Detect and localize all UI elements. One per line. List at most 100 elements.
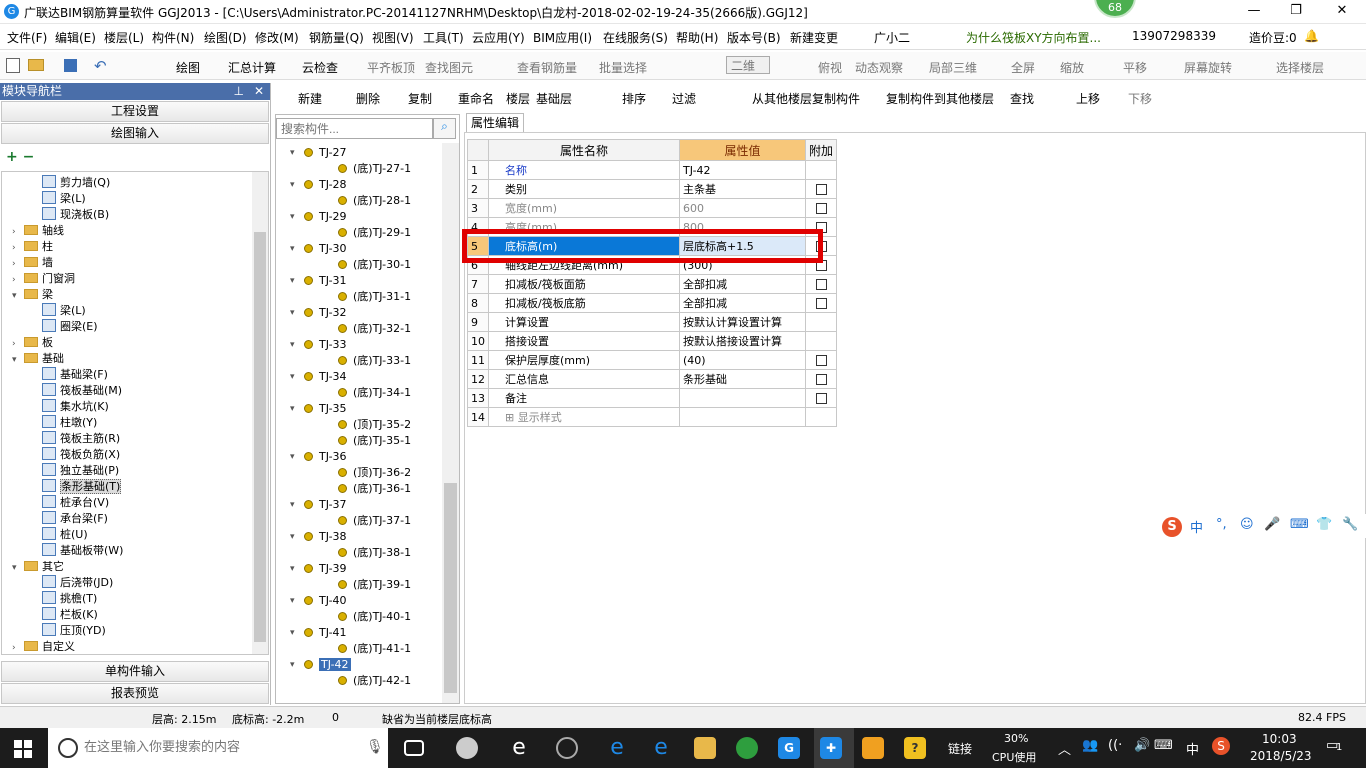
ie2-icon[interactable]: e [650, 737, 672, 759]
tree-item[interactable]: 柱墩(Y) [42, 415, 97, 431]
tree-item[interactable]: › 门窗洞 [12, 271, 75, 287]
app-swirl-icon[interactable] [556, 737, 578, 759]
property-row[interactable]: 14 ⊞ 显示样式 [467, 407, 837, 427]
microphone-icon[interactable]: 🎙 [366, 739, 384, 755]
component-item[interactable]: ▾ TJ-39 [290, 561, 347, 577]
collapse-icon[interactable]: ▾ [290, 625, 295, 641]
tree-item[interactable]: 独立基础(P) [42, 463, 119, 479]
menu-online[interactable]: 在线服务(S) [603, 29, 668, 46]
menu-tools[interactable]: 工具(T) [423, 29, 464, 46]
collapse-icon[interactable]: ▾ [290, 593, 295, 609]
expand-icon[interactable]: › [12, 640, 22, 654]
project-settings-button[interactable]: 工程设置 [1, 101, 269, 122]
pin-icon[interactable]: ⊥ [234, 83, 244, 100]
cortana-icon[interactable] [58, 738, 78, 758]
component-item[interactable]: (底)TJ-33-1 [338, 353, 411, 369]
property-row[interactable]: 11 保护层厚度(mm) (40) [467, 350, 837, 370]
extra-checkbox[interactable] [815, 183, 827, 195]
property-value[interactable]: (40) [679, 350, 806, 370]
volume-icon[interactable]: 🔊 [1134, 738, 1150, 753]
toolbar-2[interactable]: 云检查 [302, 59, 338, 76]
taskbar-search-input[interactable]: 在这里输入你要搜索的内容 [48, 728, 388, 768]
component-item[interactable]: (底)TJ-29-1 [338, 225, 411, 241]
property-row[interactable]: 10 搭接设置 按默认搭接设置计算 [467, 331, 837, 351]
property-row[interactable]: 8 扣减板/筏板底筋 全部扣减 [467, 293, 837, 313]
search-icon[interactable]: ⌕ [433, 118, 456, 139]
ie-icon[interactable]: e [508, 737, 530, 759]
collapse-icon[interactable]: ▾ [290, 561, 295, 577]
component-item[interactable]: (底)TJ-31-1 [338, 289, 411, 305]
tree-item[interactable]: 筏板负筋(X) [42, 447, 120, 463]
toolbar-0[interactable]: 绘图 [176, 59, 200, 76]
tree-item[interactable]: 条形基础(T) [42, 479, 122, 495]
tree-item[interactable]: 承台梁(F) [42, 511, 108, 527]
toolbar-5[interactable]: 查看钢筋量 [517, 59, 577, 76]
component-item[interactable]: (底)TJ-37-1 [338, 513, 411, 529]
open-folder-icon[interactable] [28, 59, 44, 71]
toolbar-11[interactable]: 全屏 [1011, 59, 1035, 76]
minimize-icon[interactable]: — [1244, 3, 1264, 18]
component-search-input[interactable] [276, 118, 433, 139]
ime-indicator[interactable]: 中 [1186, 739, 1199, 758]
keyboard-icon[interactable]: ⌨ [1290, 517, 1309, 532]
component-item[interactable]: (底)TJ-28-1 [338, 193, 411, 209]
undo-icon[interactable]: ↶ [94, 57, 107, 75]
component-item[interactable]: (底)TJ-30-1 [338, 257, 411, 273]
emoji-icon[interactable]: ☺ [1240, 517, 1254, 532]
expand-icon[interactable]: › [12, 224, 22, 240]
property-value[interactable]: 按默认计算设置计算 [679, 312, 806, 332]
component-toolbar-11[interactable]: 上移 [1076, 90, 1100, 107]
component-item[interactable]: ▾ TJ-41 [290, 625, 347, 641]
menu-view[interactable]: 视图(V) [372, 29, 414, 46]
expand-icon[interactable]: › [12, 256, 22, 272]
component-item[interactable]: (底)TJ-35-1 [338, 433, 411, 449]
component-scrollbar[interactable] [442, 143, 459, 703]
help-app-icon[interactable]: ? [904, 737, 926, 759]
toolbar-1[interactable]: 汇总计算 [228, 59, 276, 76]
component-item[interactable]: (底)TJ-32-1 [338, 321, 411, 337]
component-item[interactable]: ▾ TJ-33 [290, 337, 347, 353]
menu-draw[interactable]: 绘图(D) [204, 29, 247, 46]
component-toolbar-0[interactable]: 新建 [298, 90, 322, 107]
menu-modify[interactable]: 修改(M) [255, 29, 299, 46]
fan-app-icon[interactable] [456, 737, 478, 759]
menu-cloud[interactable]: 云应用(Y) [472, 29, 525, 46]
component-item[interactable]: (底)TJ-38-1 [338, 545, 411, 561]
toolbar-7[interactable]: 二维 [726, 56, 771, 74]
tree-item[interactable]: 压顶(YD) [42, 623, 106, 639]
collapse-icon[interactable]: ▾ [290, 401, 295, 417]
sogou-tray-icon[interactable]: S [1212, 737, 1230, 755]
ime-punct-icon[interactable]: °, [1216, 517, 1227, 532]
component-item[interactable]: ▾ TJ-28 [290, 177, 347, 193]
property-value[interactable]: 全部扣减 [679, 274, 806, 294]
component-item[interactable]: (底)TJ-27-1 [338, 161, 411, 177]
toolbar-12[interactable]: 缩放 [1060, 59, 1084, 76]
menu-file[interactable]: 文件(F) [7, 29, 47, 46]
component-item[interactable]: (底)TJ-34-1 [338, 385, 411, 401]
collapse-icon[interactable]: ▾ [290, 497, 295, 513]
property-value[interactable]: 全部扣减 [679, 293, 806, 313]
tree-item[interactable]: 基础板带(W) [42, 543, 123, 559]
single-component-input-button[interactable]: 单构件输入 [1, 661, 269, 682]
toolbar-3[interactable]: 平齐板顶 [367, 59, 415, 76]
menu-edit[interactable]: 编辑(E) [55, 29, 96, 46]
property-value[interactable]: 条形基础 [679, 369, 806, 389]
collapse-icon[interactable]: ▾ [290, 449, 295, 465]
tab-property-edit[interactable]: 属性编辑 [466, 113, 524, 133]
toolbar-14[interactable]: 屏幕旋转 [1184, 59, 1232, 76]
property-row[interactable]: 12 汇总信息 条形基础 [467, 369, 837, 389]
component-item[interactable]: ▾ TJ-35 [290, 401, 347, 417]
component-item[interactable]: (底)TJ-41-1 [338, 641, 411, 657]
people-icon[interactable]: 👥 [1082, 738, 1098, 753]
tree-item[interactable]: 筏板基础(M) [42, 383, 122, 399]
property-value[interactable]: 主条基 [679, 179, 806, 199]
component-toolbar-8[interactable]: 从其他楼层复制构件 [752, 90, 860, 107]
component-item[interactable]: (底)TJ-36-1 [338, 481, 411, 497]
menu-floor[interactable]: 楼层(L) [104, 29, 144, 46]
tree-item[interactable]: 栏板(K) [42, 607, 98, 623]
glodon-g-icon[interactable]: G [778, 737, 800, 759]
tools-icon[interactable]: 🔧 [1342, 517, 1358, 532]
expand-icon[interactable]: ▾ [12, 560, 22, 576]
component-item[interactable]: ▾ TJ-32 [290, 305, 347, 321]
component-item[interactable]: (底)TJ-40-1 [338, 609, 411, 625]
